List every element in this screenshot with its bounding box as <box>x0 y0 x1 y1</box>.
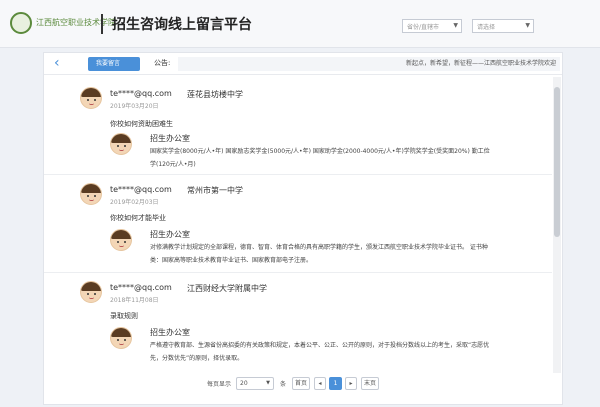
chevron-down-icon: ▼ <box>266 380 270 386</box>
reply-author: 招生办公室 <box>150 134 190 143</box>
province-select[interactable]: 省份/直辖市 ▼ <box>402 19 462 33</box>
reply-author: 招生办公室 <box>150 230 190 239</box>
page-header: 江西航空职业技术学院 招生咨询线上留言平台 省份/直辖市 ▼ 请选择 ▼ <box>0 0 600 48</box>
office-avatar-icon <box>110 229 132 251</box>
message-list: te****@qq.com 莲花县坊楼中学 2019年03月20日 你校如何资助… <box>44 75 552 373</box>
college-logo-text: 江西航空职业技术学院 <box>36 18 116 27</box>
reply-author: 招生办公室 <box>150 328 190 337</box>
message-date: 2019年02月03日 <box>110 199 159 206</box>
office-avatar-icon <box>110 327 132 349</box>
message-panel: ‹ 我要留言 公告: 新起点，新希望，新征程——江西航空职业技术学院欢迎 te*… <box>43 52 563 405</box>
user-school: 江西财经大学附属中学 <box>187 284 267 293</box>
list-item: te****@qq.com 江西财经大学附属中学 2018年11月08日 录取规… <box>44 275 552 373</box>
question-text: 你校如何资助困难生 <box>110 120 173 128</box>
per-page-label: 每页显示 <box>207 381 232 388</box>
office-avatar-icon <box>110 133 132 155</box>
user-email: te****@qq.com <box>110 89 172 98</box>
scrollbar-thumb[interactable] <box>554 87 560 237</box>
list-scrollbar[interactable] <box>553 77 561 373</box>
option-select[interactable]: 请选择 ▼ <box>472 19 534 33</box>
panel-toolbar: ‹ 我要留言 公告: 新起点，新希望，新征程——江西航空职业技术学院欢迎 <box>44 53 562 75</box>
province-select-placeholder: 省份/直辖市 <box>407 24 440 31</box>
question-text: 你校如何才能毕业 <box>110 214 166 222</box>
user-school: 莲花县坊楼中学 <box>187 90 243 99</box>
header-divider <box>101 14 103 34</box>
first-page-button[interactable]: 首页 <box>292 377 310 390</box>
notice-label: 公告: <box>154 59 171 67</box>
reply-text: 对修满教学计划规定的全部课程，德育、智育、体育合格的具有高职学籍的学生，颁发江西… <box>150 244 488 264</box>
current-page-button[interactable]: 1 <box>329 377 342 390</box>
page-title: 招生咨询线上留言平台 <box>112 17 252 33</box>
user-email: te****@qq.com <box>110 283 172 292</box>
reply-text: 严格遵守教育部、生源省份高招委的有关政策和规定，本着公平、公正、公开的原则，对于… <box>150 342 490 362</box>
message-date: 2018年11月08日 <box>110 297 159 304</box>
per-page-unit: 条 <box>280 381 287 388</box>
last-page-button[interactable]: 末页 <box>361 377 379 390</box>
per-page-value: 20 <box>240 380 248 387</box>
list-item: te****@qq.com 莲花县坊楼中学 2019年03月20日 你校如何资助… <box>44 81 552 175</box>
per-page-select[interactable]: 20 ▼ <box>236 377 274 390</box>
user-avatar-icon <box>80 87 102 109</box>
user-school: 常州市第一中学 <box>187 186 243 195</box>
option-select-placeholder: 请选择 <box>477 24 496 31</box>
chevron-down-icon: ▼ <box>525 22 530 29</box>
leave-message-button[interactable]: 我要留言 <box>88 57 140 71</box>
pagination: 每页显示 20 ▼ 条 首页 ◂ 1 ▸ 末页 <box>44 375 564 395</box>
message-date: 2019年03月20日 <box>110 103 159 110</box>
question-text: 录取规则 <box>110 312 138 320</box>
user-avatar-icon <box>80 183 102 205</box>
next-page-button[interactable]: ▸ <box>345 377 357 390</box>
back-arrow-icon[interactable]: ‹ <box>54 55 60 71</box>
notice-marquee: 新起点，新希望，新征程——江西航空职业技术学院欢迎 <box>178 57 560 71</box>
user-avatar-icon <box>80 281 102 303</box>
chevron-down-icon: ▼ <box>453 22 458 29</box>
user-email: te****@qq.com <box>110 185 172 194</box>
college-logo-icon <box>10 12 32 34</box>
list-item: te****@qq.com 常州市第一中学 2019年02月03日 你校如何才能… <box>44 177 552 273</box>
prev-page-button[interactable]: ◂ <box>314 377 326 390</box>
reply-text: 国家奖学金(8000元/人•年) 国家励志奖学金(5000元/人•年) 国家助学… <box>150 148 490 168</box>
